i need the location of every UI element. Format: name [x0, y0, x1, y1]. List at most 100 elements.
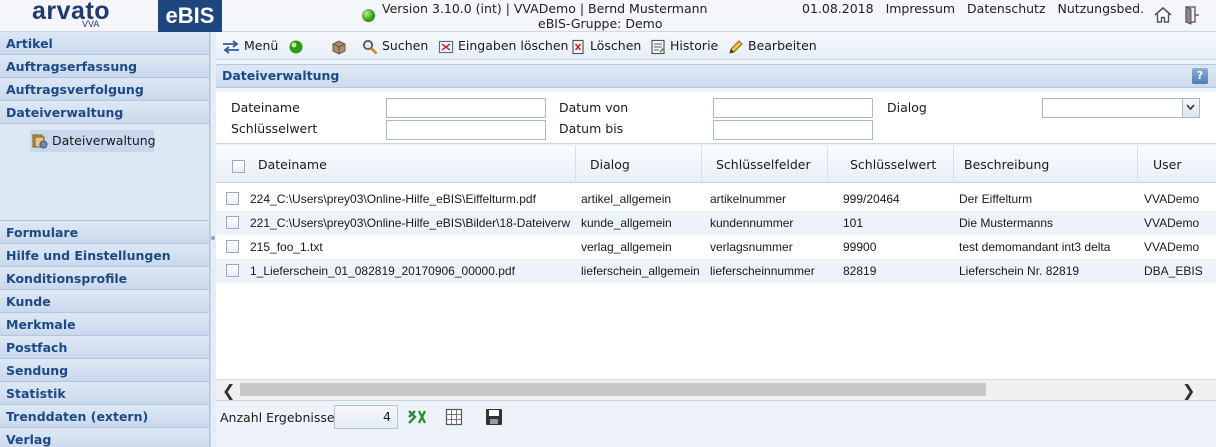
schluesselwert-input[interactable]	[386, 120, 546, 140]
nav-verlag[interactable]: Verlag	[0, 428, 209, 447]
impressum-link[interactable]: Impressum	[886, 1, 955, 16]
datum-von-input[interactable]	[713, 98, 873, 118]
row-checkbox[interactable]	[226, 240, 239, 253]
historie-button[interactable]: Historie	[650, 36, 718, 56]
header-links: 01.08.2018 Impressum Datenschutz Nutzung…	[802, 1, 1152, 16]
help-icon[interactable]: ?	[1192, 68, 1208, 84]
table-row[interactable]: 221_C:\Users\prey03\Online-Hilfe_eBIS\Bi…	[216, 211, 1216, 235]
col-user[interactable]: User	[1138, 146, 1216, 183]
panel-header: Dateiverwaltung ?	[216, 64, 1216, 88]
nav-konditionsprofile[interactable]: Konditionsprofile	[0, 267, 209, 290]
delete-icon	[572, 39, 584, 54]
panel-title: Dateiverwaltung	[222, 68, 340, 83]
loeschen-label: Löschen	[590, 38, 642, 53]
nav-sub-dateiverwaltung[interactable]: Dateiverwaltung	[30, 130, 156, 152]
package-button[interactable]	[331, 36, 347, 56]
cell-dateiname: 1_Lieferschein_01_082819_20170906_00000.…	[250, 264, 515, 278]
datum-bis-input[interactable]	[713, 120, 873, 140]
dateiname-input[interactable]	[386, 98, 546, 118]
row-checkbox[interactable]	[226, 216, 239, 229]
historie-label: Historie	[670, 38, 719, 53]
nav-merkmale[interactable]: Merkmale	[0, 313, 209, 336]
table-row[interactable]: 215_foo_1.txt verlag_allgemein verlagsnu…	[216, 235, 1216, 259]
eingaben-loeschen-button[interactable]: Eingaben löschen	[438, 36, 568, 56]
select-all-checkbox[interactable]	[232, 160, 245, 173]
search-icon	[363, 39, 378, 54]
col-schluesselfelder[interactable]: Schlüsselfelder	[702, 146, 828, 183]
cell-user: VVADemo	[1144, 216, 1200, 230]
datum-von-label: Datum von	[559, 100, 629, 115]
suchen-button[interactable]: Suchen	[362, 36, 428, 56]
exit-icon[interactable]	[1183, 5, 1201, 25]
nav-trenddaten[interactable]: Trenddaten (extern)	[0, 405, 209, 428]
chevron-down-icon	[1186, 104, 1195, 111]
nav-postfach[interactable]: Postfach	[0, 336, 209, 359]
grid-icon[interactable]	[444, 407, 464, 427]
green-status-icon	[289, 40, 303, 53]
table-row[interactable]: 1_Lieferschein_01_082819_20170906_00000.…	[216, 259, 1216, 283]
cell-dateiname: 215_foo_1.txt	[250, 240, 323, 254]
scroll-right-icon[interactable]: ❯	[1182, 381, 1195, 400]
header-date: 01.08.2018	[802, 1, 874, 16]
status-button[interactable]	[288, 36, 304, 56]
horizontal-scrollbar[interactable]: ❮ ❯	[216, 379, 1216, 400]
save-icon[interactable]	[484, 407, 504, 427]
package-icon	[332, 39, 346, 55]
scroll-left-icon[interactable]: ❮	[222, 381, 235, 400]
col-dateiname[interactable]: Dateiname	[216, 146, 576, 183]
menu-button[interactable]: Menü	[222, 36, 278, 56]
nutzungsbed-link[interactable]: Nutzungsbed.	[1058, 1, 1145, 16]
search-form: Dateiname Schlüsselwert Datum von Datum …	[216, 92, 1216, 144]
cell-user: DBA_EBIS	[1144, 264, 1203, 278]
nav-artikel[interactable]: Artikel	[0, 32, 209, 55]
home-icon[interactable]	[1153, 5, 1173, 25]
nav-auftragserfassung[interactable]: Auftragserfassung	[0, 55, 209, 78]
cell-dateiname: 224_C:\Users\prey03\Online-Hilfe_eBIS\Ei…	[250, 192, 536, 206]
status-indicator-icon	[362, 9, 375, 22]
col-dialog[interactable]: Dialog	[576, 146, 702, 183]
dialog-dropdown-arrow[interactable]	[1182, 99, 1199, 117]
menu-label: Menü	[244, 38, 279, 53]
cell-schluesselwert: 101	[843, 216, 864, 230]
cell-beschreibung: Lieferschein Nr. 82819	[959, 264, 1080, 278]
schluesselwert-label: Schlüsselwert	[231, 121, 318, 136]
nav-sendung[interactable]: Sendung	[0, 359, 209, 382]
nav-statistik[interactable]: Statistik	[0, 382, 209, 405]
excel-icon[interactable]	[406, 407, 426, 427]
dateiname-label: Dateiname	[231, 100, 300, 115]
cell-dateiname: 221_C:\Users\prey03\Online-Hilfe_eBIS\Bi…	[250, 216, 571, 230]
datenschutz-link[interactable]: Datenschutz	[967, 1, 1046, 16]
loeschen-button[interactable]: Löschen	[570, 36, 641, 56]
dialog-select[interactable]	[1042, 98, 1200, 118]
row-checkbox[interactable]	[226, 192, 239, 205]
scroll-thumb[interactable]	[240, 383, 986, 396]
history-icon	[651, 39, 665, 54]
arvato-logo: arvato VVA	[6, 0, 136, 31]
cell-schluesselfelder: artikelnummer	[710, 192, 787, 206]
result-count-label: Anzahl Ergebnisse:	[220, 410, 339, 425]
cell-schluesselwert: 99900	[843, 240, 877, 254]
nav-kunde[interactable]: Kunde	[0, 290, 209, 313]
nav-auftragsverfolgung[interactable]: Auftragsverfolgung	[0, 78, 209, 101]
col-beschreibung[interactable]: Beschreibung	[954, 146, 1138, 183]
cell-dialog: artikel_allgemein	[581, 192, 672, 206]
main-content: Menü Suchen Eingaben löschen Löschen His…	[216, 32, 1216, 447]
grid-footer: Anzahl Ergebnisse: 4	[216, 400, 1216, 447]
table-row[interactable]: 224_C:\Users\prey03\Online-Hilfe_eBIS\Ei…	[216, 187, 1216, 211]
nav-hilfe-und-einstellungen[interactable]: Hilfe und Einstellungen	[0, 244, 209, 267]
datum-bis-label: Datum bis	[559, 121, 624, 136]
cell-dialog: verlag_allgemein	[581, 240, 672, 254]
app-header: arvato VVA eBIS Version 3.10.0 (int) | V…	[0, 0, 1216, 32]
nav-dateiverwaltung[interactable]: Dateiverwaltung	[0, 101, 209, 124]
result-count: 4	[334, 405, 398, 429]
suchen-label: Suchen	[382, 38, 429, 53]
cell-beschreibung: test demomandant int3 delta	[959, 240, 1111, 254]
bearbeiten-button[interactable]: Bearbeiten	[728, 36, 817, 56]
cell-beschreibung: Der Eiffelturm	[959, 192, 1033, 206]
splitter-grip-icon[interactable]	[211, 236, 215, 240]
nav-formulare[interactable]: Formulare	[0, 221, 209, 244]
row-checkbox[interactable]	[226, 264, 239, 277]
results-grid: Dateiname Dialog Schlüsselfelder Schlüss…	[216, 146, 1216, 387]
menu-arrows-icon	[223, 39, 239, 54]
col-schluesselwert[interactable]: Schlüsselwert	[828, 146, 954, 183]
